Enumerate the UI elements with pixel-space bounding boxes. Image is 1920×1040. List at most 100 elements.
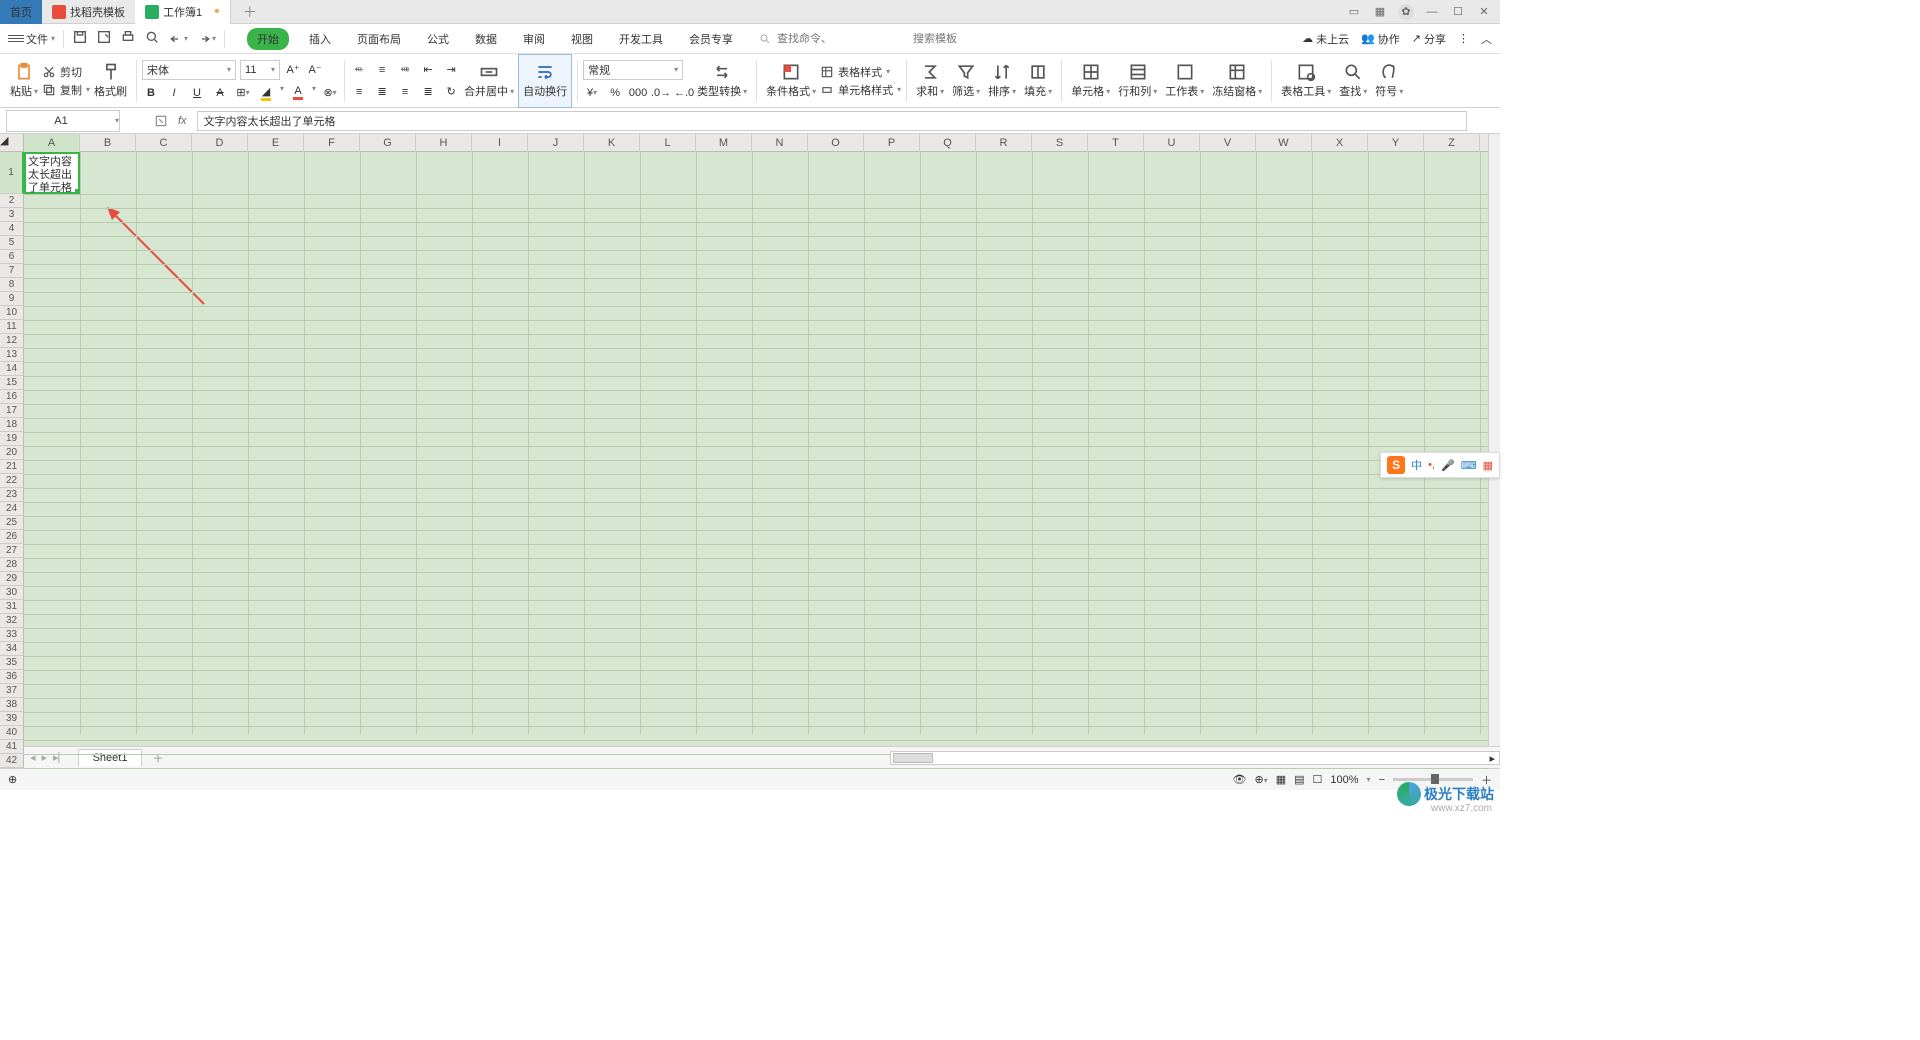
cut-button[interactable]: 剪切 [42, 64, 90, 80]
row-header-17[interactable]: 17 [0, 404, 24, 418]
col-header-M[interactable]: M [696, 134, 752, 152]
row-header-37[interactable]: 37 [0, 684, 24, 698]
status-icon[interactable]: ⊕ [8, 773, 17, 786]
format-painter-button[interactable]: 格式刷 [90, 54, 131, 108]
save-icon[interactable] [72, 29, 88, 48]
save-as-icon[interactable] [96, 29, 112, 48]
font-size-select[interactable]: 11▾ [240, 60, 280, 80]
cell-a1[interactable]: 文字内容太长超出了单元格 [24, 152, 80, 194]
sort-button[interactable]: 排序▾ [984, 54, 1020, 108]
col-header-I[interactable]: I [472, 134, 528, 152]
table-style-button[interactable]: 表格样式▾ [820, 64, 901, 80]
row-header-36[interactable]: 36 [0, 670, 24, 684]
indent-right-icon[interactable]: ⇥ [442, 61, 460, 79]
spreadsheet-grid[interactable]: ◢ ABCDEFGHIJKLMNOPQRSTUVWXYZ 12345678910… [0, 134, 1500, 746]
layout-icon[interactable]: ▭ [1346, 4, 1362, 20]
more-menu-icon[interactable]: ⋮ [1458, 32, 1469, 45]
select-all-corner[interactable]: ◢ [0, 134, 24, 151]
tab-templates[interactable]: 找稻壳模板 [42, 0, 135, 24]
share-button[interactable]: ↗ 分享 [1412, 31, 1446, 47]
row-header-27[interactable]: 27 [0, 544, 24, 558]
menu-review[interactable]: 审阅 [517, 28, 551, 50]
row-header-21[interactable]: 21 [0, 460, 24, 474]
tab-workbook[interactable]: 工作簿1• [135, 0, 231, 24]
ime-grid-icon[interactable]: ▦ [1483, 459, 1493, 472]
menu-view[interactable]: 视图 [565, 28, 599, 50]
col-header-W[interactable]: W [1256, 134, 1312, 152]
menu-layout[interactable]: 页面布局 [351, 28, 407, 50]
template-search-input[interactable] [913, 33, 1043, 45]
cloud-status[interactable]: ☁ 未上云 [1302, 31, 1349, 47]
file-menu[interactable]: 文件▾ [26, 31, 55, 47]
view-normal-icon[interactable]: ▦ [1276, 773, 1286, 786]
collapse-ribbon-icon[interactable]: ︿ [1481, 31, 1492, 47]
find-button[interactable]: 查找▾ [1335, 54, 1371, 108]
view-page-icon[interactable]: ▤ [1294, 773, 1304, 786]
row-header-31[interactable]: 31 [0, 600, 24, 614]
sheet-tab-1[interactable]: Sheet1 [78, 749, 143, 766]
row-header-5[interactable]: 5 [0, 236, 24, 250]
dec-decimal-icon[interactable]: ←.0 [675, 84, 693, 102]
row-header-20[interactable]: 20 [0, 446, 24, 460]
menu-start[interactable]: 开始 [247, 28, 289, 50]
row-header-30[interactable]: 30 [0, 586, 24, 600]
indent-left-icon[interactable]: ⇤ [419, 61, 437, 79]
new-tab-button[interactable]: ＋ [231, 2, 269, 22]
sheet-nav-next[interactable]: ▸ [42, 751, 48, 765]
col-header-C[interactable]: C [136, 134, 192, 152]
tabletool-button[interactable]: 表格工具▾ [1277, 54, 1335, 108]
row-header-13[interactable]: 13 [0, 348, 24, 362]
col-header-V[interactable]: V [1200, 134, 1256, 152]
row-header-25[interactable]: 25 [0, 516, 24, 530]
zoom-out-icon[interactable]: − [1379, 774, 1385, 786]
col-header-X[interactable]: X [1312, 134, 1368, 152]
align-bottom-icon[interactable]: ⬵ [396, 61, 414, 79]
ime-punct-icon[interactable]: •, [1428, 459, 1435, 471]
font-family-select[interactable]: 宋体▾ [142, 60, 236, 80]
close-button[interactable]: ✕ [1476, 4, 1492, 20]
italic-button[interactable]: I [165, 84, 183, 102]
row-header-22[interactable]: 22 [0, 474, 24, 488]
row-header-33[interactable]: 33 [0, 628, 24, 642]
row-header-1[interactable]: 1 [0, 152, 24, 194]
row-header-18[interactable]: 18 [0, 418, 24, 432]
paste-button[interactable]: 粘贴▾ [6, 54, 42, 108]
decrease-font-icon[interactable]: A⁻ [306, 61, 324, 79]
row-header-6[interactable]: 6 [0, 250, 24, 264]
align-left-icon[interactable]: ≡ [350, 83, 368, 101]
undo-icon[interactable]: ▾ [168, 31, 188, 47]
row-header-28[interactable]: 28 [0, 558, 24, 572]
strike-button[interactable]: A [211, 84, 229, 102]
rowcol-button[interactable]: 行和列▾ [1114, 54, 1161, 108]
goto-icon[interactable] [154, 114, 168, 128]
row-header-23[interactable]: 23 [0, 488, 24, 502]
menu-vip[interactable]: 会员专享 [683, 28, 739, 50]
preview-icon[interactable] [144, 29, 160, 48]
col-header-T[interactable]: T [1088, 134, 1144, 152]
row-header-40[interactable]: 40 [0, 726, 24, 740]
col-header-D[interactable]: D [192, 134, 248, 152]
row-header-26[interactable]: 26 [0, 530, 24, 544]
lang-icon[interactable]: ⊕▾ [1254, 773, 1267, 786]
cond-format-button[interactable]: 条件格式▾ [762, 54, 820, 108]
minimize-button[interactable]: — [1424, 4, 1440, 20]
row-header-4[interactable]: 4 [0, 222, 24, 236]
type-convert-button[interactable]: 类型转换▾ [693, 54, 751, 108]
add-sheet-button[interactable]: ＋ [142, 750, 173, 766]
fill-color-button[interactable]: ◢ [257, 84, 275, 102]
row-header-8[interactable]: 8 [0, 278, 24, 292]
col-header-J[interactable]: J [528, 134, 584, 152]
col-header-B[interactable]: B [80, 134, 136, 152]
col-header-H[interactable]: H [416, 134, 472, 152]
command-search[interactable] [759, 33, 1043, 45]
row-header-34[interactable]: 34 [0, 642, 24, 656]
thousands-icon[interactable]: 000 [629, 84, 647, 102]
col-header-E[interactable]: E [248, 134, 304, 152]
align-right-icon[interactable]: ≡ [396, 83, 414, 101]
menu-insert[interactable]: 插入 [303, 28, 337, 50]
col-header-N[interactable]: N [752, 134, 808, 152]
currency-icon[interactable]: ¥▾ [583, 84, 601, 102]
row-header-41[interactable]: 41 [0, 740, 24, 754]
col-header-K[interactable]: K [584, 134, 640, 152]
bold-button[interactable]: B [142, 84, 160, 102]
